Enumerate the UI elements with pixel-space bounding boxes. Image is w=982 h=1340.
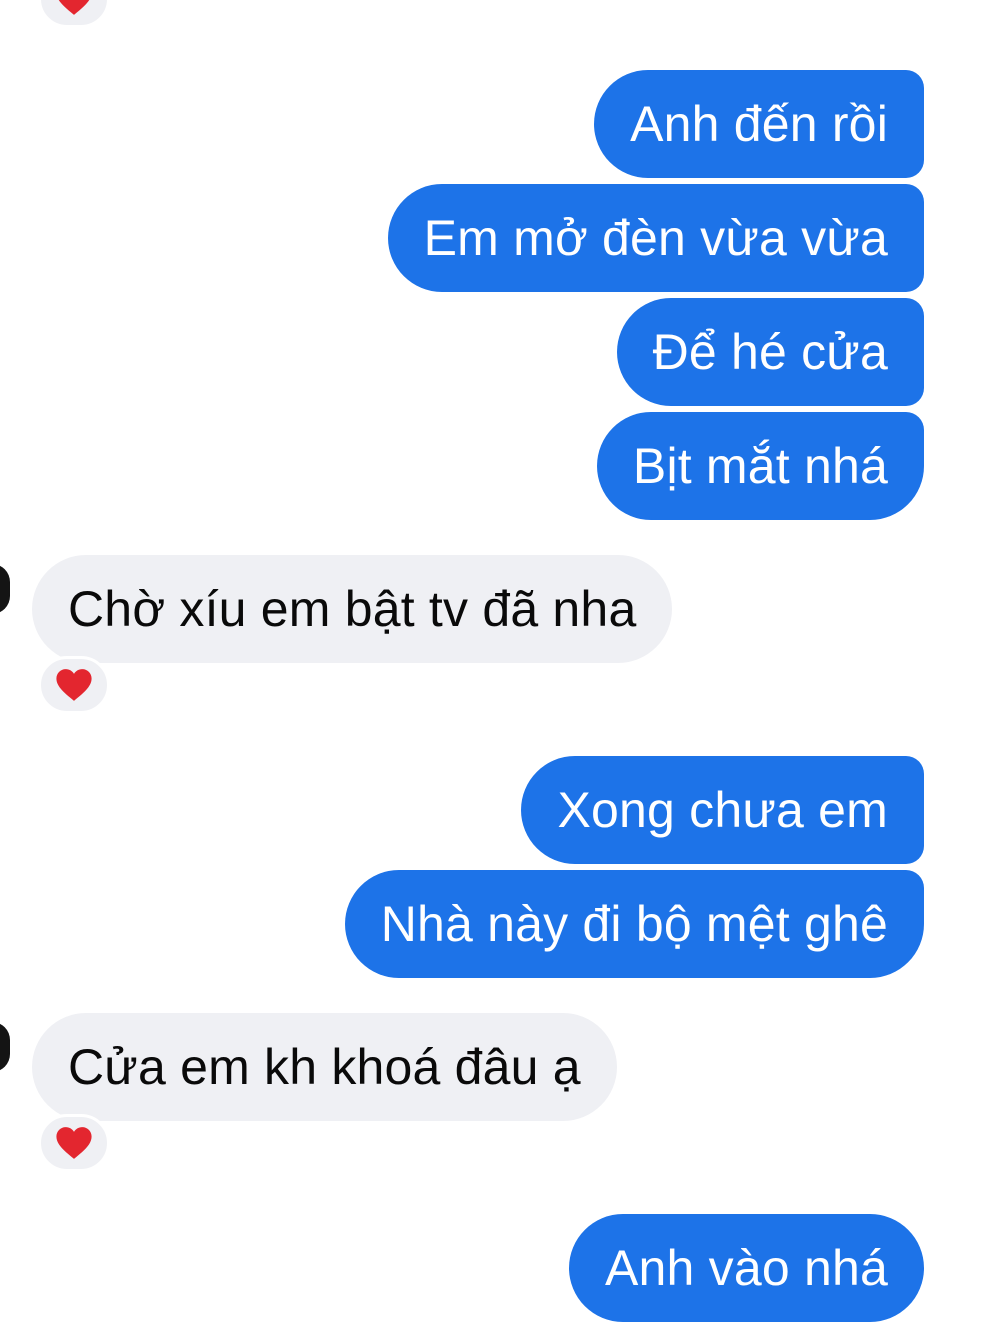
- heart-icon: [56, 669, 92, 701]
- sent-message-bubble[interactable]: Anh đến rồi: [594, 70, 924, 178]
- sent-message-bubble[interactable]: Nhà này đi bộ mệt ghê: [344, 870, 924, 978]
- received-message-bubble[interactable]: Chờ xíu em bật tv đã nha: [32, 555, 673, 663]
- sent-message-bubble[interactable]: Anh vào nhá: [569, 1214, 924, 1322]
- message-text: Để hé cửa: [652, 324, 888, 380]
- message-text: Anh vào nhá: [605, 1240, 888, 1296]
- message-text: Anh đến rồi: [630, 96, 888, 152]
- sent-message-bubble[interactable]: Em mở đèn vừa vừa: [387, 184, 924, 292]
- sent-message-bubble[interactable]: Để hé cửa: [616, 298, 924, 406]
- heart-icon: [58, 0, 90, 15]
- reaction-badge[interactable]: [38, 0, 110, 28]
- message-text: Chờ xíu em bật tv đã nha: [68, 581, 637, 637]
- heart-icon: [56, 1127, 92, 1159]
- message-text: Xong chưa em: [557, 782, 888, 838]
- message-text: Cửa em kh khoá đâu ạ: [68, 1039, 581, 1095]
- message-text: Bịt mắt nhá: [632, 438, 888, 494]
- received-message-bubble[interactable]: Cửa em kh khoá đâu ạ: [32, 1013, 617, 1121]
- reaction-badge[interactable]: [38, 656, 110, 714]
- message-text: Em mở đèn vừa vừa: [423, 210, 888, 266]
- avatar[interactable]: [0, 1022, 10, 1072]
- sent-message-bubble[interactable]: Bịt mắt nhá: [596, 412, 924, 520]
- avatar[interactable]: [0, 564, 10, 614]
- sent-message-bubble[interactable]: Xong chưa em: [521, 756, 924, 864]
- reaction-badge[interactable]: [38, 1114, 110, 1172]
- message-text: Nhà này đi bộ mệt ghê: [380, 896, 888, 952]
